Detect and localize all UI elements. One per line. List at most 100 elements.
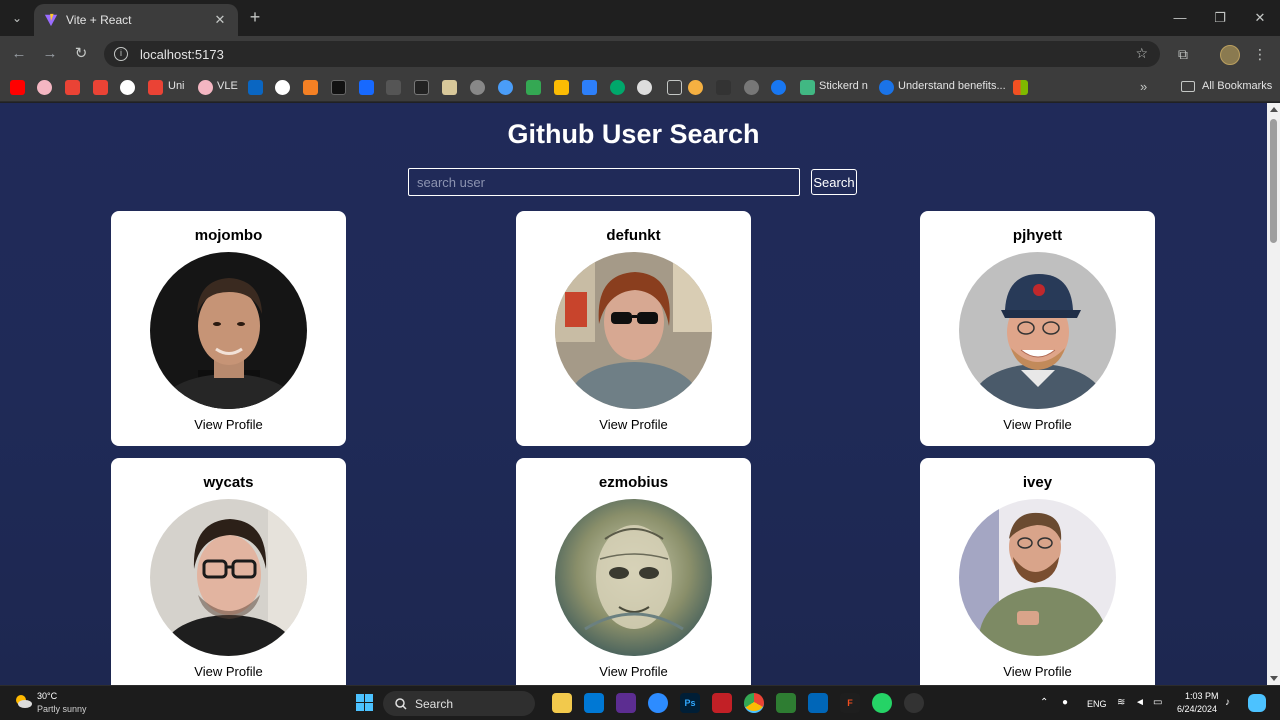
notification-bell-icon[interactable]: ♪ (1225, 697, 1230, 708)
facebook-icon[interactable] (771, 80, 786, 95)
bookmark-icon-11[interactable] (386, 80, 401, 95)
folder-icon[interactable] (667, 80, 682, 95)
address-bar[interactable]: i localhost:5173 ☆ (104, 41, 1160, 67)
scrollbar-thumb[interactable] (1270, 119, 1277, 243)
weather-description[interactable]: Partly sunny (37, 704, 87, 714)
notion-icon[interactable] (331, 80, 346, 95)
address-url[interactable]: localhost:5173 (140, 47, 224, 62)
microsoft-icon[interactable] (1013, 80, 1028, 95)
bookmark-icon-17[interactable] (554, 80, 569, 95)
file-explorer-icon[interactable] (552, 693, 572, 713)
reload-icon[interactable]: ↻ (70, 43, 92, 65)
whatsapp-icon[interactable] (872, 693, 892, 713)
github-icon[interactable] (275, 80, 290, 95)
vite-logo-icon (44, 13, 58, 27)
scroll-down-arrow-icon[interactable] (1270, 676, 1278, 681)
understand-benefits-icon[interactable] (879, 80, 894, 95)
clock-time[interactable]: 1:03 PM (1185, 691, 1219, 701)
page-scrollbar[interactable] (1267, 103, 1280, 685)
bookmark-icon-23[interactable] (716, 80, 731, 95)
bookmark-icon-22[interactable] (688, 80, 703, 95)
chrome-icon[interactable] (744, 693, 764, 713)
bookmark-icon-12[interactable] (414, 80, 429, 95)
wifi-icon[interactable]: ≋ (1117, 697, 1125, 708)
restore-icon[interactable]: ❐ (1200, 6, 1240, 30)
search-button[interactable]: Search (811, 169, 857, 195)
tab-vite-react[interactable]: Vite + React ✕ (34, 4, 238, 36)
profile-avatar[interactable] (1220, 45, 1240, 65)
user-avatar (555, 499, 712, 656)
user-card: defunkt View Profile (516, 211, 751, 446)
bookmark-circle-icon[interactable] (37, 80, 52, 95)
input-language[interactable]: ENG (1087, 699, 1107, 709)
figma-icon[interactable]: F (840, 693, 860, 713)
bookmark-icon-19[interactable] (610, 80, 625, 95)
view-profile-link[interactable]: View Profile (920, 417, 1155, 432)
user-login: ivey (1022, 474, 1053, 491)
volume-icon[interactable]: ◄ (1135, 697, 1145, 708)
page-title: Github User Search (507, 119, 760, 149)
view-profile-link[interactable]: View Profile (111, 417, 346, 432)
copilot-icon[interactable] (1248, 694, 1266, 712)
search-user-input[interactable] (408, 168, 800, 196)
view-profile-link[interactable]: View Profile (516, 417, 751, 432)
taskbar-search[interactable]: Search (383, 691, 535, 716)
scroll-up-arrow-icon[interactable] (1270, 107, 1278, 112)
google-drive-icon[interactable] (526, 80, 541, 95)
view-profile-link[interactable]: View Profile (516, 664, 751, 679)
bookmark-icon-14[interactable] (470, 80, 485, 95)
new-tab-plus-icon[interactable]: + (244, 6, 266, 28)
chrome-menu-icon[interactable]: ⋮ (1249, 43, 1271, 65)
microphone-icon[interactable]: ● (1062, 697, 1068, 708)
bookmarks-overflow-icon[interactable]: » (1140, 79, 1147, 94)
weather-temperature[interactable]: 30°C (37, 691, 57, 701)
tab-close-icon[interactable]: ✕ (212, 12, 228, 28)
github-desktop-icon[interactable] (904, 693, 924, 713)
linkedin-icon[interactable] (248, 80, 263, 95)
zoom-icon[interactable] (648, 693, 668, 713)
stickerd-icon[interactable] (800, 80, 815, 95)
behance-icon[interactable] (359, 80, 374, 95)
tray-overflow-chevron-icon[interactable]: ⌃ (1040, 697, 1048, 708)
minimize-icon[interactable]: — (1160, 6, 1200, 30)
bookmark-icon-18[interactable] (582, 80, 597, 95)
user-login: mojombo (194, 227, 263, 244)
vscode-icon[interactable] (808, 693, 828, 713)
extensions-puzzle-icon[interactable]: ⧉ (1172, 43, 1194, 65)
bookmark-stickerd[interactable]: Stickerd n (819, 80, 868, 92)
user-login: wycats (203, 474, 254, 491)
back-arrow-icon[interactable]: ← (8, 43, 30, 65)
chatgpt-icon[interactable] (637, 80, 652, 95)
bookmark-uni[interactable]: Uni (168, 80, 185, 92)
close-window-icon[interactable]: ✕ (1240, 6, 1280, 30)
gmail-icon[interactable] (65, 80, 80, 95)
all-bookmarks[interactable]: All Bookmarks (1202, 80, 1272, 92)
app-icon-terminal[interactable] (776, 693, 796, 713)
view-profile-link[interactable]: View Profile (111, 664, 346, 679)
weather-sun-cloud-icon[interactable] (14, 694, 32, 708)
mail-icon[interactable] (584, 693, 604, 713)
bookmark-icon-15[interactable] (498, 80, 513, 95)
photoshop-icon[interactable]: Ps (680, 693, 700, 713)
google-icon[interactable] (120, 80, 135, 95)
battery-icon[interactable]: ▭ (1153, 697, 1162, 708)
bookmark-icon-13[interactable] (442, 80, 457, 95)
windows-start-icon[interactable] (356, 694, 373, 711)
intellij-icon[interactable] (712, 693, 732, 713)
site-info-icon[interactable]: i (114, 47, 128, 61)
bookmark-star-icon[interactable]: ☆ (1135, 45, 1148, 62)
stackoverflow-icon[interactable] (303, 80, 318, 95)
gmail-icon-2[interactable] (93, 80, 108, 95)
all-bookmarks-folder-icon[interactable] (1181, 81, 1195, 92)
forward-arrow-icon[interactable]: → (39, 43, 61, 65)
clock-date[interactable]: 6/24/2024 (1177, 704, 1217, 714)
view-profile-link[interactable]: View Profile (920, 664, 1155, 679)
vle-icon[interactable] (198, 80, 213, 95)
bookmark-vle[interactable]: VLE (217, 80, 238, 92)
bookmark-icon-24[interactable] (744, 80, 759, 95)
tab-search-chevron-icon[interactable]: ⌄ (6, 7, 28, 29)
youtube-icon[interactable] (10, 80, 25, 95)
visual-studio-icon[interactable] (616, 693, 636, 713)
gmail-uni-icon[interactable] (148, 80, 163, 95)
bookmark-understand-benefits[interactable]: Understand benefits... (898, 80, 1006, 92)
